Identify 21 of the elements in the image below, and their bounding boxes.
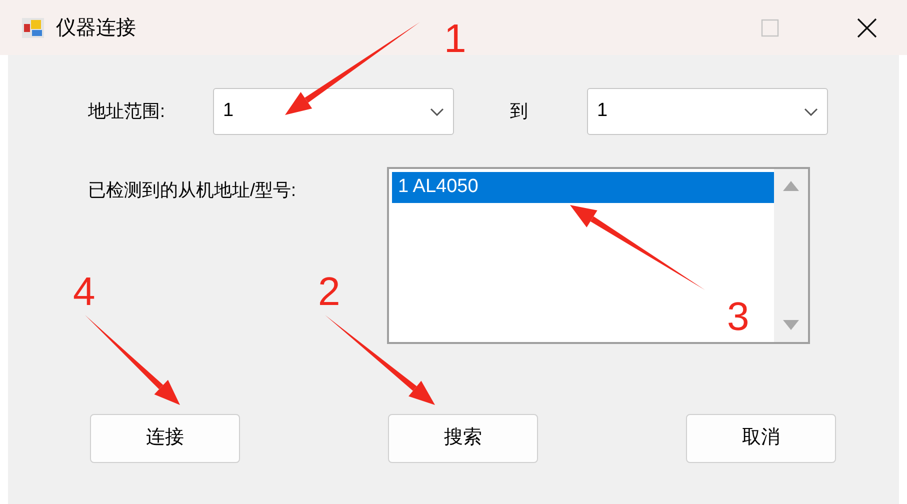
annotation-number: 3 (727, 295, 750, 339)
to-dropdown[interactable]: 1 (587, 88, 828, 135)
list-item[interactable]: 1 AL4050 (392, 172, 774, 203)
scroll-down-icon[interactable] (783, 320, 799, 330)
annotation-number: 4 (73, 270, 96, 314)
annotation-number: 2 (318, 270, 340, 314)
from-dropdown[interactable]: 1 (213, 88, 454, 135)
scroll-up-icon[interactable] (783, 181, 799, 191)
field-label: 已检测到的从机地址/型号: (88, 179, 298, 202)
dialog-button[interactable]: 搜索 (388, 414, 538, 463)
annotation-number: 1 (444, 17, 466, 61)
field-label: 地址范围: (88, 100, 166, 123)
dialog-button[interactable]: 连接 (90, 414, 240, 463)
close-button[interactable] (857, 18, 877, 38)
field-label: 到 (510, 100, 528, 123)
window-title: 仪器连接 (56, 16, 136, 40)
dialog-button[interactable]: 取消 (686, 414, 836, 463)
chevron-down-icon (430, 108, 444, 116)
scrollbar[interactable] (774, 169, 808, 342)
app-icon (22, 18, 44, 38)
chevron-down-icon (804, 108, 818, 116)
